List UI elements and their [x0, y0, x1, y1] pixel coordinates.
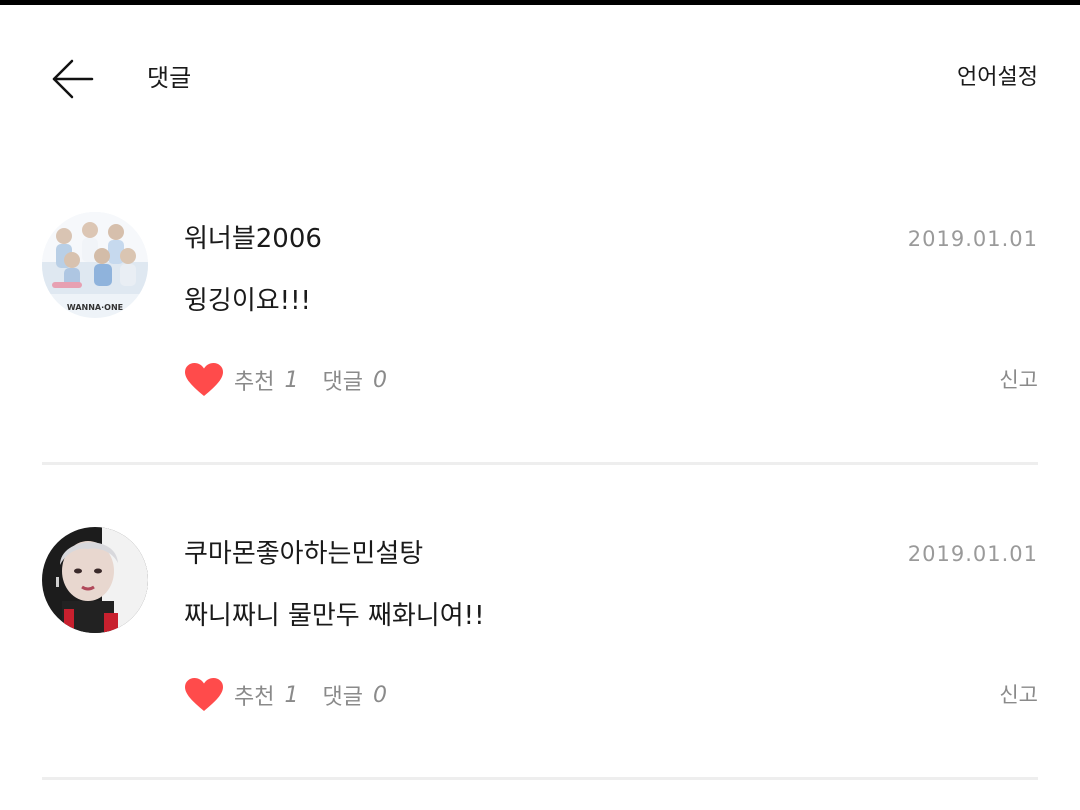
like-label: 추천 [234, 685, 275, 710]
reply-label: 댓글 [322, 685, 363, 710]
comment-date: 2019.01.01 [907, 227, 1038, 251]
header: 댓글 언어설정 [0, 5, 1080, 145]
avatar-image: WANNA·ONE [42, 212, 148, 318]
back-button[interactable] [42, 49, 102, 109]
heart-icon [185, 363, 223, 396]
comment-username[interactable]: 워너블2006 [184, 222, 322, 256]
comment-username[interactable]: 쿠마몬좋아하는민설탕 [184, 537, 423, 571]
comment-text: 윙깅이요!!! [184, 286, 311, 316]
page-title: 댓글 [147, 64, 192, 92]
comment-text: 짜니짜니 물만두 째화니여!! [184, 601, 485, 631]
comment-item: 쿠마몬좋아하는민설탕 2019.01.01 짜니짜니 물만두 째화니여!! 추천… [42, 465, 1038, 780]
report-button[interactable]: 신고 [999, 680, 1038, 710]
reply-button[interactable]: 댓글 0 [322, 679, 386, 711]
report-button[interactable]: 신고 [999, 365, 1038, 395]
svg-text:WANNA·ONE: WANNA·ONE [67, 303, 123, 312]
comment-actions: 추천 1 댓글 0 [184, 675, 387, 715]
reply-count: 0 [372, 367, 387, 393]
comment-item: WANNA·ONE 워너블2006 2019.01.01 윙깅이요!!! 추천 … [42, 150, 1038, 465]
comments-screen: 댓글 언어설정 WANNA·ONE 워너블2006 2019.01.01 윙깅이… [0, 0, 1080, 810]
heart-icon [185, 678, 223, 711]
like-count: 1 [284, 367, 299, 393]
reply-label: 댓글 [322, 370, 363, 395]
reply-button[interactable]: 댓글 0 [322, 364, 386, 396]
divider [42, 777, 1038, 780]
avatar-image [42, 527, 148, 633]
avatar[interactable] [42, 527, 148, 633]
like-button[interactable]: 추천 1 [184, 677, 298, 713]
language-settings-button[interactable]: 언어설정 [957, 63, 1038, 93]
reply-count: 0 [372, 682, 387, 708]
like-button[interactable]: 추천 1 [184, 362, 298, 398]
arrow-left-icon [52, 59, 94, 99]
like-count: 1 [284, 682, 299, 708]
avatar[interactable]: WANNA·ONE [42, 212, 148, 318]
comment-actions: 추천 1 댓글 0 [184, 360, 387, 400]
comment-date: 2019.01.01 [907, 542, 1038, 566]
like-label: 추천 [234, 370, 275, 395]
